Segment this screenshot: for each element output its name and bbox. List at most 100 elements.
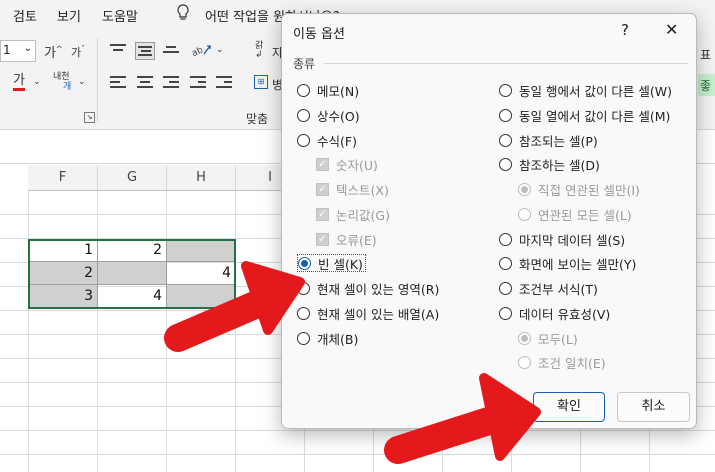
option-direct-only[interactable]: 직접 연관된 셀만(I) [518,180,640,198]
section-divider [324,63,688,64]
option-label: 참조하는 셀(D) [519,157,600,173]
option-current-region[interactable]: 현재 셀이 있는 영역(R) [297,279,439,297]
option-data-validation[interactable]: 데이터 유효성(V) [499,304,610,322]
decrease-indent-icon[interactable] [190,76,206,88]
radio-circle[interactable] [499,306,512,320]
go-to-special-dialog: 이동 옵션 ? ✕ 종류 메모(N) 상수(O) 수식(F) ✓ 숫자(U) ✓ 텍… [281,13,697,429]
option-text[interactable]: ✓ 텍스트(X) [316,180,389,198]
phonetic-label: 내천 [53,72,70,82]
option-label: 논리값(G) [336,207,390,223]
option-row-differences[interactable]: 동일 행에서 값이 다른 셀(W) [499,81,672,99]
column-header-g[interactable]: G [98,165,167,191]
wrap-text-icon[interactable]: 갉 ↲ [255,42,263,60]
orientation-dropdown[interactable]: ⌄ [216,45,224,55]
option-label: 메모(N) [317,83,360,99]
option-constants[interactable]: 상수(O) [297,106,360,124]
option-label: 동일 열에서 값이 다른 셀(M) [519,108,671,124]
selection-range [28,239,236,309]
increase-indent-icon[interactable] [216,76,232,88]
option-validation-same[interactable]: 조건 일치(E) [518,353,606,371]
option-label: 빈 셀(K) [318,256,363,272]
format-as-table-label[interactable]: 표 [700,46,711,63]
option-logicals[interactable]: ✓ 논리값(G) [316,205,390,223]
align-right-icon[interactable] [163,76,179,88]
option-comments[interactable]: 메모(N) [297,81,359,99]
lightbulb-icon[interactable] [176,4,190,22]
font-color-dropdown[interactable]: ⌄ [33,77,41,87]
radio-circle[interactable] [499,232,512,246]
option-dependents[interactable]: 참조하는 셀(D) [499,155,600,173]
option-blanks[interactable]: 빈 셀(K) [297,254,366,272]
help-button[interactable]: ? [621,21,629,39]
radio-circle[interactable] [499,83,512,97]
font-size-select[interactable]: 1 ⌄ [0,40,36,62]
radio-circle[interactable] [297,83,310,97]
section-label: 종류 [293,57,316,71]
option-all-levels[interactable]: 연관된 모든 셀(L) [518,205,632,223]
checkbox-checked[interactable]: ✓ [316,157,329,171]
dialog-title: 이동 옵션 [293,27,345,42]
checkbox-checked[interactable]: ✓ [316,182,329,196]
checkbox-checked[interactable]: ✓ [316,207,329,221]
cancel-button[interactable]: 취소 [617,392,690,422]
radio-circle[interactable] [499,256,512,270]
option-formulas[interactable]: 수식(F) [297,131,357,149]
menu-view[interactable]: 보기 [57,6,81,25]
option-last-cell[interactable]: 마지막 데이터 셀(S) [499,230,625,248]
font-color-button[interactable]: 가 [13,74,25,91]
phonetic-dropdown[interactable]: ⌄ [78,77,86,87]
merge-cells-icon[interactable]: ⊞ [254,75,268,89]
font-dialog-launcher-icon[interactable]: ↘ [84,112,95,123]
option-label: 텍스트(X) [336,182,389,198]
radio-circle[interactable] [297,108,310,122]
radio-circle-selected[interactable] [518,182,531,196]
ok-button[interactable]: 확인 [533,392,605,422]
radio-circle[interactable] [297,133,310,147]
good-style-cell[interactable]: 좋 [698,74,715,96]
font-size-value: 1 [3,43,11,57]
radio-circle[interactable] [499,281,512,295]
option-label: 동일 행에서 값이 다른 셀(W) [519,83,673,99]
option-objects[interactable]: 개체(B) [297,329,358,347]
orientation-icon[interactable]: ab [192,42,214,58]
option-column-differences[interactable]: 동일 열에서 값이 다른 셀(M) [499,106,670,124]
option-errors[interactable]: ✓ 오류(E) [316,230,377,248]
option-label: 화면에 보이는 셀만(Y) [519,256,637,272]
radio-circle-selected[interactable] [298,256,311,270]
radio-circle[interactable] [297,306,310,320]
align-left-icon[interactable] [110,76,126,88]
grow-font-label: 가 [44,46,56,61]
align-middle-icon[interactable] [135,42,155,60]
option-current-array[interactable]: 현재 셀이 있는 배열(A) [297,304,439,322]
option-visible-cells-only[interactable]: 화면에 보이는 셀만(Y) [499,254,636,272]
radio-circle-selected[interactable] [518,331,531,345]
close-icon[interactable]: ✕ [665,20,678,39]
option-precedents[interactable]: 참조되는 셀(P) [499,131,598,149]
align-bottom-icon[interactable] [163,46,179,58]
radio-circle[interactable] [297,331,310,345]
radio-circle[interactable] [518,355,531,369]
align-center-icon[interactable] [137,76,153,88]
radio-circle[interactable] [499,157,512,171]
grow-font-button[interactable]: 가^ [44,42,63,61]
radio-circle[interactable] [499,133,512,147]
radio-circle[interactable] [297,281,310,295]
radio-circle[interactable] [499,108,512,122]
option-label: 숫자(U) [336,157,378,173]
option-label: 마지막 데이터 셀(S) [519,232,626,248]
option-label: 연관된 모든 셀(L) [538,207,632,223]
shrink-font-button[interactable]: 가ˇ [71,44,85,60]
menu-help[interactable]: 도움말 [102,6,138,25]
menu-review[interactable]: 검토 [13,6,37,25]
column-header-f[interactable]: F [28,165,98,191]
option-numbers[interactable]: ✓ 숫자(U) [316,155,378,173]
align-top-icon[interactable] [110,44,126,56]
phonetic-button[interactable]: 내천 개 [53,72,71,92]
checkbox-checked[interactable]: ✓ [316,232,329,246]
option-validation-all[interactable]: 모두(L) [518,329,578,347]
option-label: 직접 연관된 셀만(I) [538,182,640,198]
column-header-h[interactable]: H [167,165,236,191]
option-label: 수식(F) [317,133,357,149]
option-conditional-formats[interactable]: 조건부 서식(T) [499,279,598,297]
radio-circle[interactable] [518,207,531,221]
